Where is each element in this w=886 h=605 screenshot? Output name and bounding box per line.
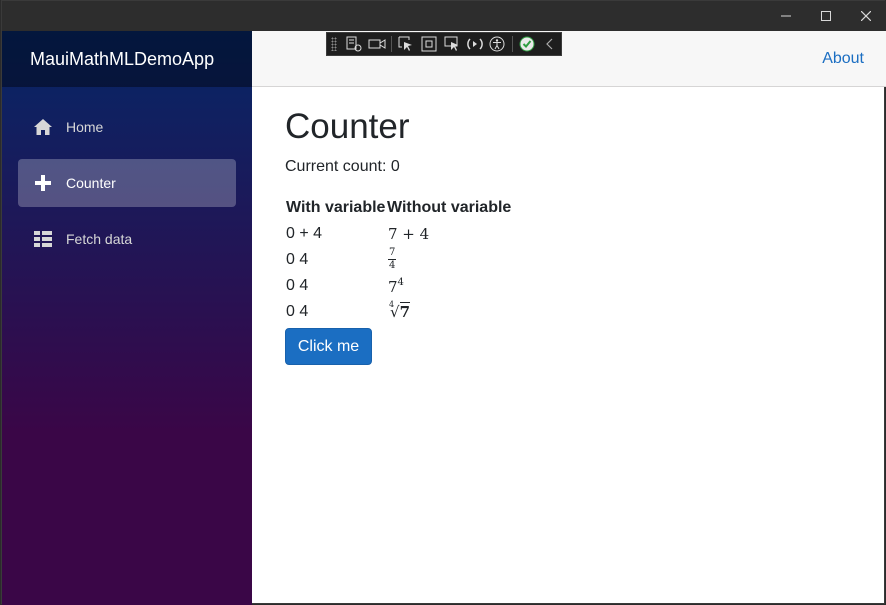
table-cell-with-variable: 0 4 xyxy=(286,303,309,320)
sidebar-item-fetch-data[interactable]: Fetch data xyxy=(18,215,236,263)
accessibility-icon xyxy=(489,36,505,52)
power-base: 7 xyxy=(388,278,398,296)
page-title: Counter xyxy=(285,107,410,146)
app-window: MauiMathMLDemoApp Home Counter Fetch dat… xyxy=(1,0,886,605)
status-ok-icon xyxy=(519,36,535,52)
display-adorners-icon xyxy=(421,36,437,52)
table-cell-root: 4 √7 xyxy=(388,300,410,321)
table-cell-with-variable: 0 4 xyxy=(286,251,309,268)
display-adorners-button[interactable] xyxy=(418,33,441,55)
toolbar-separator xyxy=(391,36,393,52)
hot-reload-icon xyxy=(466,38,483,50)
sidebar-item-label: Fetch data xyxy=(66,231,133,247)
status-button[interactable] xyxy=(516,33,539,55)
close-icon xyxy=(861,11,871,21)
minimize-button[interactable] xyxy=(766,1,806,31)
track-focus-icon xyxy=(444,36,458,51)
list-icon xyxy=(34,230,52,248)
table-cell-power: 74 xyxy=(388,277,404,296)
sidebar-item-label: Counter xyxy=(66,175,116,191)
sidebar: MauiMathMLDemoApp Home Counter Fetch dat… xyxy=(2,31,252,605)
sidebar-item-label: Home xyxy=(66,119,104,135)
maximize-icon xyxy=(821,11,831,21)
sidebar-item-counter[interactable]: Counter xyxy=(18,159,236,207)
click-me-button[interactable]: Click me xyxy=(285,328,372,365)
live-visual-tree-button[interactable] xyxy=(343,33,366,55)
select-element-button[interactable] xyxy=(395,33,418,55)
fraction-numerator: 7 xyxy=(388,247,397,260)
table-cell-with-variable: 0 + 4 xyxy=(286,225,323,242)
column-header-with-variable: With variable xyxy=(286,199,386,216)
record-icon xyxy=(368,39,386,49)
root-index: 4 xyxy=(389,300,395,309)
power-exponent: 4 xyxy=(397,277,404,288)
current-count-text: Current count: 0 xyxy=(285,158,400,175)
devtools-toolbar xyxy=(326,32,562,56)
minimize-icon xyxy=(781,15,791,17)
fraction: 7 4 xyxy=(388,247,397,271)
collapse-toolbar-button[interactable] xyxy=(538,33,561,55)
drag-handle[interactable] xyxy=(331,37,337,51)
live-visual-tree-icon xyxy=(346,36,362,52)
root-radicand: 7 xyxy=(399,302,410,321)
record-button[interactable] xyxy=(365,33,388,55)
sidebar-item-home[interactable]: Home xyxy=(18,103,236,151)
collapse-icon xyxy=(545,38,553,50)
close-button[interactable] xyxy=(846,1,886,31)
nth-root: 4 √7 xyxy=(388,300,410,321)
table-cell-sum: 7 + 4 xyxy=(388,225,430,243)
table-cell-with-variable: 0 4 xyxy=(286,277,309,294)
home-icon xyxy=(34,118,52,136)
about-link[interactable]: About xyxy=(822,31,864,87)
brand-title[interactable]: MauiMathMLDemoApp xyxy=(2,31,252,87)
title-bar xyxy=(2,1,886,31)
maximize-button[interactable] xyxy=(806,1,846,31)
hot-reload-button[interactable] xyxy=(463,33,486,55)
accessibility-button[interactable] xyxy=(486,33,509,55)
track-focus-button[interactable] xyxy=(441,33,464,55)
toolbar-separator xyxy=(511,36,513,52)
column-header-without-variable: Without variable xyxy=(387,199,512,216)
fraction-denominator: 4 xyxy=(389,260,396,271)
select-element-icon xyxy=(398,36,413,51)
plus-icon xyxy=(34,174,52,192)
